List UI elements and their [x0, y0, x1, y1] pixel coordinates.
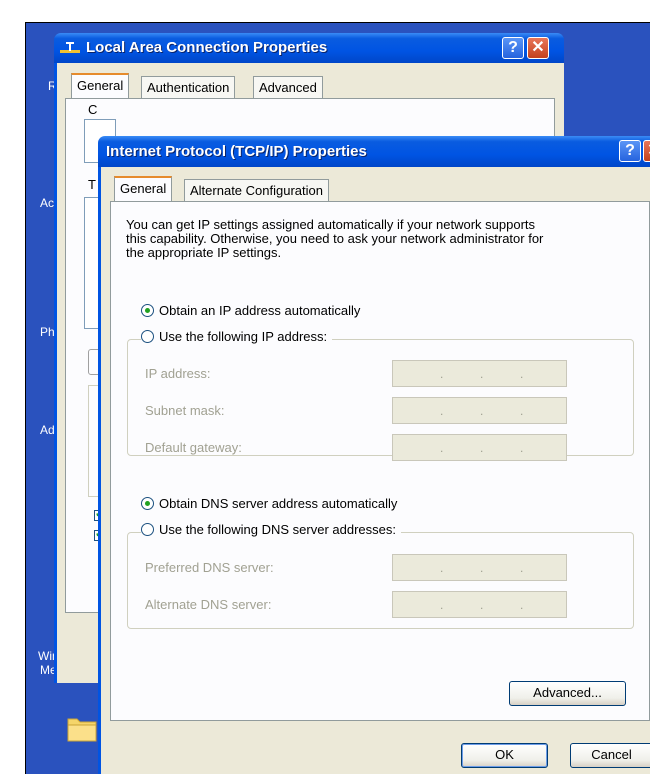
ip-dots: .	[480, 598, 484, 612]
ip-dots: .	[440, 404, 444, 418]
tcpip-description-line-2: this capability. Otherwise, you need to …	[126, 231, 544, 246]
desktop-label-3: Ph	[40, 325, 55, 339]
ip-dots: .	[440, 561, 444, 575]
subnet-mask-input[interactable]: ...	[392, 397, 567, 424]
use-following-ip-radio[interactable]: Use the following IP address:	[141, 329, 333, 344]
ip-dots: .	[480, 441, 484, 455]
ip-dots: .	[480, 404, 484, 418]
lan-close-button[interactable]: ✕	[527, 37, 549, 59]
ip-dots: .	[520, 561, 524, 575]
desktop-label-4: Ad	[40, 423, 55, 437]
tcpip-description-line-1: You can get IP settings assigned automat…	[126, 217, 536, 232]
desktop-label-2: Ac	[40, 196, 55, 210]
tcpip-properties-window: Internet Protocol (TCP/IP) Properties ? …	[98, 136, 650, 774]
default-gateway-label: Default gateway:	[145, 440, 242, 455]
preferred-dns-input[interactable]: ...	[392, 554, 567, 581]
ip-dots: .	[480, 561, 484, 575]
use-following-dns-radio[interactable]: Use the following DNS server addresses:	[141, 522, 401, 537]
tcpip-help-button[interactable]: ?	[619, 140, 641, 162]
ip-dots: .	[520, 404, 524, 418]
tcpip-body: General Alternate Configuration You can …	[98, 167, 650, 774]
tcpip-tab-general[interactable]: General	[114, 176, 173, 201]
obtain-dns-auto-radio[interactable]: Obtain DNS server address automatically	[141, 496, 397, 511]
radio-unchecked-icon[interactable]	[141, 523, 154, 536]
radio-checked-icon[interactable]	[141, 304, 154, 317]
alternate-dns-input[interactable]: ...	[392, 591, 567, 618]
tcpip-title: Internet Protocol (TCP/IP) Properties	[106, 143, 367, 160]
use-following-dns-label: Use the following DNS server addresses:	[159, 522, 396, 537]
tcpip-description: You can get IP settings assigned automat…	[126, 218, 543, 260]
alternate-dns-label: Alternate DNS server:	[145, 597, 272, 612]
lan-peek-label-2: T	[88, 177, 96, 192]
obtain-ip-auto-label: Obtain an IP address automatically	[159, 303, 361, 318]
default-gateway-input[interactable]: ...	[392, 434, 567, 461]
screenshot-frame: R Ac Ph Ad Windows Messer Local Area Con…	[0, 0, 650, 774]
obtain-dns-auto-label: Obtain DNS server address automatically	[159, 496, 398, 511]
tcpip-titlebar[interactable]: Internet Protocol (TCP/IP) Properties ? …	[98, 136, 650, 167]
use-following-ip-label: Use the following IP address:	[159, 329, 328, 344]
network-icon	[60, 42, 80, 53]
cancel-button[interactable]: Cancel	[570, 743, 650, 768]
ip-dots: .	[480, 367, 484, 381]
preferred-dns-label: Preferred DNS server:	[145, 560, 274, 575]
lan-title: Local Area Connection Properties	[86, 39, 328, 56]
tcpip-close-button[interactable]: ✕	[643, 140, 650, 162]
folder-icon[interactable]	[66, 713, 98, 743]
ip-address-label: IP address:	[145, 366, 211, 381]
lan-tab-general[interactable]: General	[71, 73, 130, 98]
radio-checked-icon[interactable]	[141, 497, 154, 510]
ip-dots: .	[440, 598, 444, 612]
ip-dots: .	[440, 367, 444, 381]
ip-dots: .	[520, 441, 524, 455]
ip-dots: .	[520, 367, 524, 381]
ip-dots: .	[440, 441, 444, 455]
tcpip-tab-panel: You can get IP settings assigned automat…	[110, 201, 650, 721]
advanced-button[interactable]: Advanced...	[509, 681, 626, 706]
lan-tab-authentication[interactable]: Authentication	[141, 76, 236, 98]
ip-address-input[interactable]: ...	[392, 360, 567, 387]
desktop: R Ac Ph Ad Windows Messer Local Area Con…	[25, 22, 650, 774]
tcpip-tab-alternate-configuration[interactable]: Alternate Configuration	[184, 179, 329, 201]
lan-titlebar[interactable]: Local Area Connection Properties ? ✕	[54, 33, 564, 63]
ok-button[interactable]: OK	[461, 743, 548, 768]
tcpip-description-line-3: the appropriate IP settings.	[126, 245, 282, 260]
lan-tab-advanced[interactable]: Advanced	[253, 76, 323, 98]
subnet-mask-label: Subnet mask:	[145, 403, 225, 418]
obtain-ip-auto-radio[interactable]: Obtain an IP address automatically	[141, 303, 360, 318]
lan-peek-label-1: C	[88, 102, 98, 117]
radio-unchecked-icon[interactable]	[141, 330, 154, 343]
lan-help-button[interactable]: ?	[502, 37, 524, 59]
ip-dots: .	[520, 598, 524, 612]
